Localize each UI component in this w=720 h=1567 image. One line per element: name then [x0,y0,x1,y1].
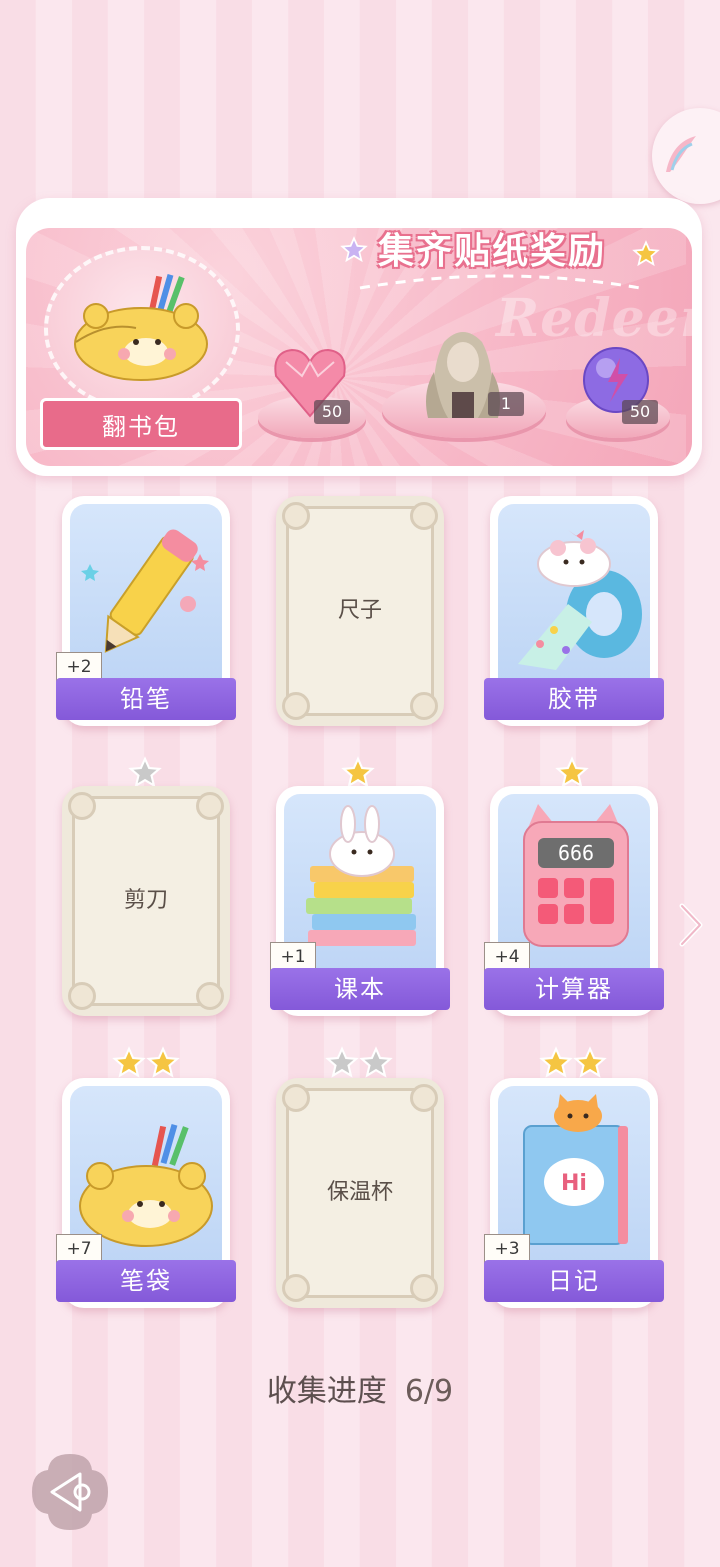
sticker-card-pencil[interactable]: +2 铅笔 [56,496,236,726]
cat-diary-icon: Hi [523,1094,628,1245]
card-label: 铅笔 [56,678,236,720]
reward-count-diamond: 50 [314,400,350,424]
sticker-card-tape[interactable]: 胶带 [484,496,664,726]
progress-value: 6/9 [404,1374,454,1409]
star-rating [128,756,162,790]
book-stack-bunny-icon [306,805,416,946]
gold-star-icon [146,1046,180,1078]
progress-label: 收集进度 [266,1374,387,1409]
calculator-display: 666 [558,841,594,865]
sticker-card-thermos-locked[interactable]: 保温杯 [276,1078,444,1308]
sticker-card-diary[interactable]: Hi +3 日记 [484,1078,664,1308]
star-rating [555,756,589,790]
gray-star-icon [325,1046,359,1078]
sticker-card-textbook[interactable]: +1 课本 [270,786,450,1016]
sticker-card-calculator[interactable]: 666 +4 计算器 [484,786,664,1016]
feather-menu-button[interactable] [652,108,720,204]
bear-pencil-case-icon [74,273,208,381]
pencil-case-ribbon: 翻书包 [40,398,242,450]
feather-icon [666,136,696,172]
star-rating [341,756,375,790]
card-label: 剪刀 [123,888,168,913]
star-rating [112,1046,180,1080]
cat-calculator-icon: 666 [523,804,629,947]
star-rating [539,1046,607,1080]
card-label: 课本 [270,968,450,1010]
gray-star-icon [128,756,162,788]
gold-star-icon [573,1046,607,1078]
bear-pencil-case-icon [79,1123,213,1247]
gray-star-icon [359,1046,393,1078]
next-page-arrow-icon[interactable] [676,902,706,948]
card-label: 尺子 [337,598,382,623]
card-label: 胶带 [484,678,664,720]
gold-star-icon [341,756,375,788]
pencil-icon [81,529,209,653]
gold-star-icon [555,756,589,788]
pencil-case-badge[interactable] [44,246,240,412]
reward-count-orb: 50 [622,400,658,424]
collection-progress: 收集进度 6/9 [0,1366,720,1410]
tape-hamster-icon [518,530,642,670]
card-label: 日记 [484,1260,664,1302]
sticker-card-ruler-locked[interactable]: 尺子 [276,496,444,726]
card-label: 笔袋 [56,1260,236,1302]
sticker-card-scissors-locked[interactable]: 剪刀 [62,786,230,1016]
card-label: 保温杯 [326,1180,393,1205]
gold-star-icon [632,240,660,267]
banner-title: 集齐贴纸奖励 [378,231,607,272]
purple-star-icon [340,236,368,263]
gold-star-icon [539,1046,573,1078]
back-button[interactable] [30,1452,110,1532]
badge-label: 翻书包 [102,412,180,441]
gold-star-icon [112,1046,146,1078]
diary-cover-text: Hi [561,1171,587,1196]
card-label: 计算器 [484,968,664,1010]
sticker-card-pencil-case[interactable]: +7 笔袋 [56,1078,236,1308]
star-rating [325,1046,393,1080]
reward-count-hairstyle: 1 [488,392,524,416]
